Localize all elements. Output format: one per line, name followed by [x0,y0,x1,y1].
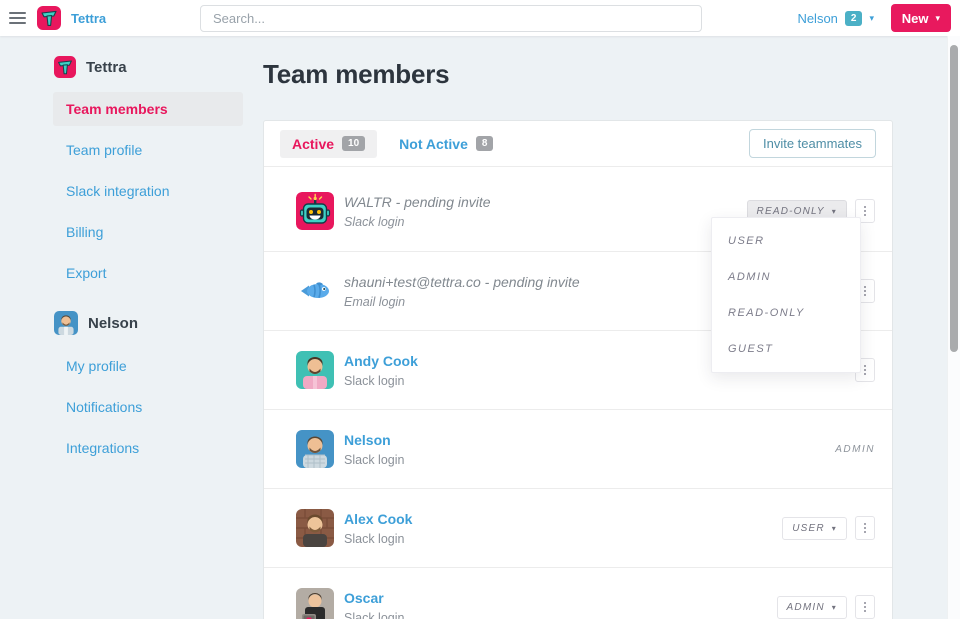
member-info: Alex Cook Slack login [344,511,782,546]
caret-down-icon: ▾ [831,523,837,533]
robot-avatar [296,192,334,230]
tab-active-count-badge: 10 [342,136,366,151]
member-login-type: Slack login [344,452,405,467]
user-name: Nelson [797,10,838,26]
team-members-card: Active 10 Not Active 8 Invite teammates [263,120,893,619]
new-button-label: New [901,10,929,26]
role-label: ADMIN [835,443,875,455]
member-controls: ADMIN [835,444,875,455]
member-login-type: Slack login [344,610,405,619]
page-title: Team members [263,59,450,89]
search-input[interactable] [200,5,702,32]
invite-teammates-button[interactable]: Invite teammates [749,129,876,158]
sidebar-item-slack-integration[interactable]: Slack integration [53,174,243,208]
caret-down-icon: ▾ [831,206,837,216]
caret-down-icon: ▾ [869,12,874,23]
member-info: WALTR - pending invite Slack login [344,194,747,229]
tettra-logo-icon[interactable] [37,6,61,30]
member-controls: USER ▾ [782,516,875,540]
sidebar-user-header: Nelson [53,311,243,335]
tettra-logo-icon [54,56,76,78]
notification-count-badge: 2 [844,10,863,26]
tab-not-active-count-badge: 8 [475,136,494,151]
member-avatar [296,351,334,389]
member-name-link[interactable]: Alex Cook [344,511,782,527]
sidebar-item-export[interactable]: Export [53,256,243,290]
tab-active[interactable]: Active 10 [280,129,378,158]
sidebar-item-billing[interactable]: Billing [53,215,243,249]
sidebar-user-nav: My profile Notifications Integrations [53,349,243,465]
role-menu-item-guest[interactable]: GUEST [712,331,860,367]
role-dropdown-button[interactable]: ADMIN ▾ [776,595,847,619]
tabs: Active 10 Not Active 8 [280,129,505,158]
main-content: Team members Active 10 Not Active 8 Invi… [263,56,893,619]
role-dropdown-value: READ-ONLY [756,205,825,217]
caret-down-icon: ▾ [831,602,837,612]
role-menu-item-user[interactable]: USER [712,223,860,259]
topbar: Tettra Nelson 2 ▾ New ▾ [0,0,960,36]
member-avatar [296,430,334,468]
card-header: Active 10 Not Active 8 Invite teammates [264,121,892,167]
scrollbar-track[interactable] [947,36,960,619]
role-menu-item-read-only[interactable]: READ-ONLY [712,295,860,331]
member-list: WALTR - pending invite Slack login READ-… [264,167,892,619]
kebab-menu-icon[interactable] [855,516,875,540]
caret-down-icon: ▾ [935,12,940,23]
sidebar-item-team-members[interactable]: Team members [53,92,243,126]
kebab-menu-icon[interactable] [855,595,875,619]
new-button[interactable]: New ▾ [890,4,951,32]
tab-not-active[interactable]: Not Active 8 [387,130,505,158]
role-dropdown-value: USER [792,522,825,534]
role-dropdown-button[interactable]: USER ▾ [782,516,847,540]
tab-active-label: Active [292,135,335,152]
member-controls: ADMIN ▾ [776,595,875,619]
member-info: Nelson Slack login [344,432,835,467]
sidebar-item-team-profile[interactable]: Team profile [53,133,243,167]
member-login-type: Slack login [344,214,405,229]
role-dropdown-menu: USER ADMIN READ-ONLY GUEST [711,217,861,373]
sidebar-team-header: Tettra [53,56,243,78]
scrollbar-thumb[interactable] [950,45,958,352]
sidebar-item-integrations[interactable]: Integrations [53,431,243,465]
role-menu-item-admin[interactable]: ADMIN [712,259,860,295]
member-info: Oscar Slack login [344,590,777,619]
member-name-link[interactable]: Nelson [344,432,835,448]
member-name-link[interactable]: Oscar [344,590,777,606]
avatar [54,311,78,335]
member-login-type: Slack login [344,373,405,388]
member-avatar [296,509,334,547]
fish-avatar [296,272,334,310]
sidebar-item-notifications[interactable]: Notifications [53,390,243,424]
member-row: Alex Cook Slack login USER ▾ [264,489,892,568]
role-dropdown-value: ADMIN [786,601,825,613]
member-name: WALTR - pending invite [344,193,491,210]
member-row: Nelson Slack login ADMIN [264,410,892,489]
tab-not-active-label: Not Active [399,135,468,152]
member-row: Oscar Slack login ADMIN ▾ [264,568,892,619]
hamburger-icon[interactable] [9,9,26,27]
sidebar-item-my-profile[interactable]: My profile [53,349,243,383]
sidebar-team-name: Tettra [86,58,127,76]
user-menu[interactable]: Nelson 2 ▾ [797,0,874,36]
member-login-type: Slack login [344,531,405,546]
sidebar: Tettra Team members Team profile Slack i… [53,56,243,472]
sidebar-team-nav: Team members Team profile Slack integrat… [53,92,243,290]
sidebar-user-name: Nelson [88,314,139,332]
brand-name[interactable]: Tettra [71,11,106,26]
member-avatar [296,588,334,619]
